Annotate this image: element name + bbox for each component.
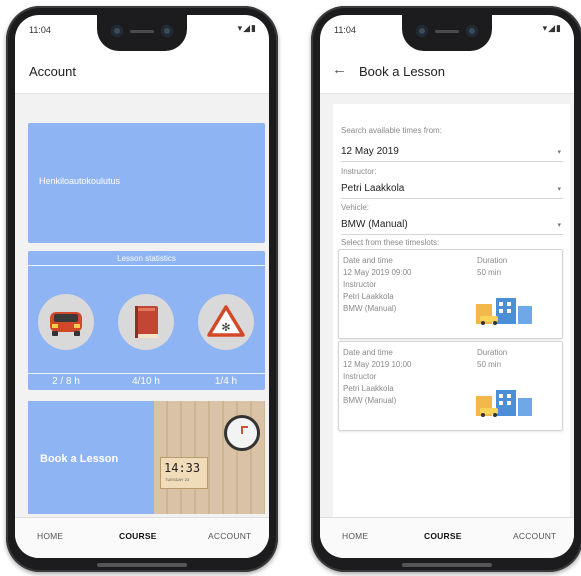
chevron-down-icon: ▾ [557,222,561,229]
search-label: Search available times from: [341,126,442,135]
timeslot-card[interactable]: Date and time 12 May 2019 10:00 Instruct… [338,341,563,431]
nav-course[interactable]: COURSE [424,531,462,541]
winter-driving-stat[interactable]: ✻ [198,294,254,350]
svg-text:✻: ✻ [221,321,230,334]
signal-battery-icon: ▾◢▮ [237,23,257,33]
nav-account[interactable]: ACCOUNT [208,531,251,541]
book-lesson-screen: 11:04 ▾◢▮ ← Book a Lesson Search availab… [320,15,574,558]
back-arrow-icon[interactable]: ← [332,61,347,78]
slot-date-label: Date and time [343,256,393,265]
slot-duration-value: 50 min [477,360,502,369]
phone-notch [402,15,492,51]
vehicle-value: BMW (Manual) [341,219,408,230]
account-screen: 11:04 ▾◢▮ Account Henkiloautokoulutus Le… [15,15,269,558]
stats-title: Lesson statistics [117,254,176,263]
nav-home[interactable]: HOME [342,531,368,541]
nav-account[interactable]: ACCOUNT [513,531,556,541]
driving-school-illustration-icon [476,390,532,417]
slot-vehicle-value: BMW (Manual) [343,304,397,313]
slot-duration-label: Duration [477,348,508,357]
nav-home[interactable]: HOME [37,531,63,541]
slot-instructor-value: Petri Laakkola [343,384,394,393]
desk-clock: 14:33 TUESDAY 23 [160,457,208,489]
instructor-value: Petri Laakkola [341,183,405,194]
book-content: Search available times from: 12 May 2019… [320,94,574,518]
date-value: 12 May 2019 [341,146,399,157]
car-icon [50,312,82,336]
timeslots-label: Select from these timeslots: [341,238,440,247]
stats-divider [28,265,265,266]
signal-battery-icon: ▾◢▮ [542,23,562,33]
slot-date-value: 12 May 2019 10:00 [343,360,412,369]
stats-divider [28,373,265,374]
clock-photo: 14:33 TUESDAY 23 [154,401,265,514]
page-title: Book a Lesson [359,64,446,79]
slot-duration-label: Duration [477,256,508,265]
phone-notch [97,15,187,51]
nav-course[interactable]: COURSE [119,531,157,541]
slot-date-label: Date and time [343,348,393,357]
theory-hours: 4/10 h [132,376,160,387]
account-content: Henkiloautokoulutus Lesson statistics ✻ … [15,94,269,518]
timeslot-card[interactable]: Date and time 12 May 2019 09:00 Instruct… [338,249,563,339]
slot-instructor-label: Instructor [343,280,377,289]
slot-vehicle-value: BMW (Manual) [343,396,397,405]
status-time: 11:04 [334,25,356,35]
car-stat[interactable] [38,294,94,350]
app-header: Account [15,51,269,94]
bottom-nav: HOME COURSE ACCOUNT [320,517,574,558]
book-icon [135,306,158,338]
slot-date-value: 12 May 2019 09:00 [343,268,412,277]
desk-clock-day: TUESDAY 23 [165,477,190,482]
home-indicator [97,563,187,567]
status-time: 11:04 [29,25,51,35]
desk-clock-time: 14:33 [164,461,201,475]
slot-duration-value: 50 min [477,268,502,277]
bottom-nav: HOME COURSE ACCOUNT [15,517,269,558]
school-card[interactable]: Henkiloautokoulutus [28,123,265,243]
warning-sign-icon: ✻ [207,305,245,337]
slot-instructor-label: Instructor [343,372,377,381]
wall-clock-icon [224,415,260,451]
phone-book-lesson: 11:04 ▾◢▮ ← Book a Lesson Search availab… [311,6,581,572]
school-name: Henkiloautokoulutus [39,176,121,186]
vehicle-label: Vehicle: [341,203,370,212]
chevron-down-icon: ▾ [557,149,561,156]
winter-hours: 1/4 h [214,376,238,387]
book-lesson-card[interactable]: Book a Lesson 14:33 TUESDAY 23 [28,401,265,514]
book-lesson-label: Book a Lesson [40,453,119,465]
phone-account: 11:04 ▾◢▮ Account Henkiloautokoulutus Le… [6,6,278,572]
lesson-statistics-card: Lesson statistics ✻ 2 / 8 h 4/10 h 1/4 h [28,251,265,390]
chevron-down-icon: ▾ [557,186,561,193]
instructor-label: Instructor: [341,167,377,176]
driving-school-illustration-icon [476,298,532,325]
home-indicator [402,563,492,567]
booking-form: Search available times from: 12 May 2019… [333,104,570,518]
slot-instructor-value: Petri Laakkola [343,292,394,301]
car-hours: 2 / 8 h [52,376,80,387]
theory-stat[interactable] [118,294,174,350]
app-header: ← Book a Lesson [320,51,574,94]
page-title: Account [29,64,76,79]
